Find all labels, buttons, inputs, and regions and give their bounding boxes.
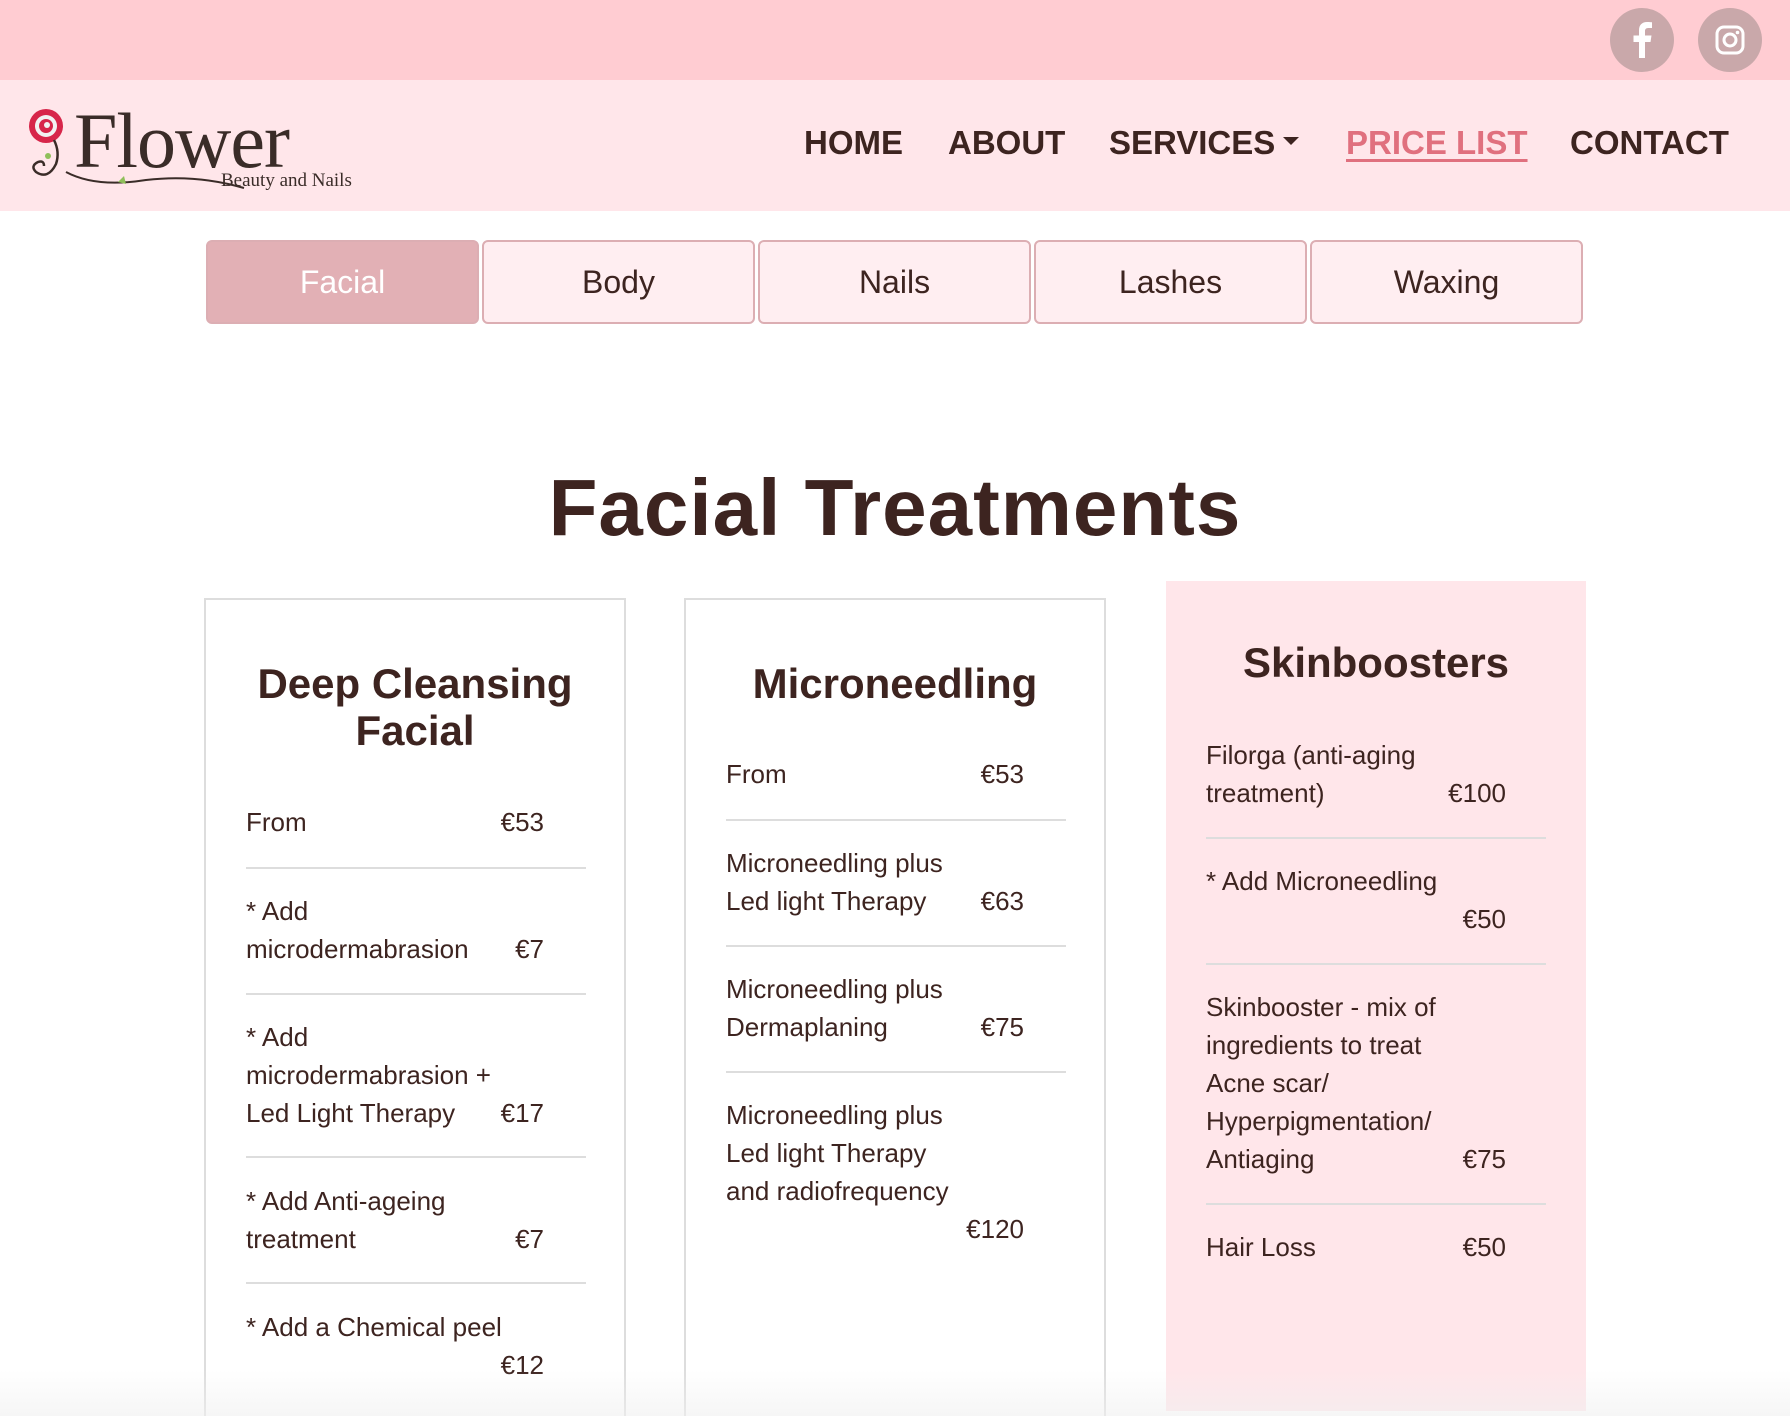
- facebook-link[interactable]: [1610, 8, 1674, 72]
- price-item-label: * Add a Chemical peel: [246, 1308, 502, 1346]
- nav-services-label: SERVICES: [1109, 124, 1276, 161]
- divider: [246, 1156, 586, 1158]
- price-item-label: Microneedling plus Led light Therapy and…: [726, 1096, 949, 1210]
- nav-price-list[interactable]: PRICE LIST: [1346, 124, 1528, 162]
- price-item-price: €50: [1462, 1232, 1506, 1262]
- price-card-skinboosters: Skinboosters Filorga (anti-aging treatme…: [1166, 581, 1586, 1411]
- site-header: Flower Beauty and Nails HOME ABOUT SERVI…: [0, 80, 1790, 211]
- price-item-price: €75: [1462, 1144, 1506, 1174]
- price-item-price: €100: [1448, 778, 1506, 808]
- price-item-line: From: [246, 807, 307, 837]
- facebook-icon: [1633, 22, 1652, 58]
- price-item-price: €7: [515, 1224, 544, 1254]
- price-item-line: Led light Therapy: [726, 1138, 927, 1168]
- card-title-line: Facial: [355, 707, 475, 754]
- nav-contact[interactable]: CONTACT: [1570, 124, 1729, 162]
- instagram-link[interactable]: [1698, 8, 1762, 72]
- price-item-line: Led light Therapy: [726, 886, 927, 916]
- price-item-line: Microneedling plus: [726, 1100, 943, 1130]
- divider: [726, 1071, 1066, 1073]
- tab-waxing[interactable]: Waxing: [1310, 240, 1583, 324]
- logo-swash: [65, 171, 245, 189]
- instagram-icon: [1715, 25, 1745, 55]
- price-item-price: €12: [500, 1350, 544, 1380]
- divider: [1206, 837, 1546, 839]
- price-item-label: Filorga (anti-aging treatment): [1206, 736, 1416, 812]
- price-item-label: Skinbooster - mix of ingredients to trea…: [1206, 988, 1436, 1178]
- price-item-line: * Add: [246, 896, 309, 926]
- price-item-line: ingredients to treat: [1206, 1030, 1422, 1060]
- price-item-label: Microneedling plus Led light Therapy: [726, 844, 943, 920]
- top-bar: [0, 0, 1790, 80]
- price-item-line: Hyperpigmentation/: [1206, 1106, 1432, 1136]
- price-item-price: €120: [966, 1214, 1024, 1244]
- price-item-line: microdermabrasion +: [246, 1060, 491, 1090]
- price-item-price: €75: [980, 1012, 1024, 1042]
- price-item-line: microdermabrasion: [246, 934, 469, 964]
- price-item-line: Led Light Therapy: [246, 1098, 456, 1128]
- price-item-price: €50: [1462, 904, 1506, 934]
- nav-about[interactable]: ABOUT: [948, 124, 1065, 162]
- tab-facial[interactable]: Facial: [206, 240, 479, 324]
- price-item-price: €53: [500, 807, 544, 837]
- price-item-price: €53: [980, 759, 1024, 789]
- price-item-label: Hair Loss: [1206, 1228, 1316, 1266]
- price-item-label: From: [246, 803, 307, 841]
- card-title: Deep Cleansing Facial: [206, 660, 624, 754]
- divider: [246, 867, 586, 869]
- price-item-line: * Add a Chemical peel: [246, 1312, 502, 1342]
- price-item-label: Microneedling plus Dermaplaning: [726, 970, 943, 1046]
- price-item-line: * Add Microneedling: [1206, 866, 1438, 896]
- divider: [246, 1282, 586, 1284]
- divider: [726, 819, 1066, 821]
- nav-services[interactable]: SERVICES: [1109, 124, 1300, 162]
- price-item-label: * Add microdermabrasion: [246, 892, 469, 968]
- price-item-line: * Add Anti-ageing: [246, 1186, 446, 1216]
- tab-nails[interactable]: Nails: [758, 240, 1031, 324]
- nav-home[interactable]: HOME: [804, 124, 903, 162]
- price-item-line: treatment): [1206, 778, 1325, 808]
- price-card-microneedling: Microneedling From €53 Microneedling plu…: [684, 598, 1106, 1416]
- divider: [246, 993, 586, 995]
- logo-subtitle: Beauty and Nails: [221, 170, 352, 191]
- divider: [726, 945, 1066, 947]
- price-item-line: Microneedling plus: [726, 974, 943, 1004]
- price-item-line: Antiaging: [1206, 1144, 1315, 1174]
- price-item-label: * Add microdermabrasion + Led Light Ther…: [246, 1018, 491, 1132]
- logo[interactable]: Flower Beauty and Nails: [26, 102, 356, 197]
- divider: [1206, 1203, 1546, 1205]
- price-item-price: €7: [515, 934, 544, 964]
- price-item-label: * Add Microneedling: [1206, 862, 1437, 900]
- price-item-line: treatment: [246, 1224, 356, 1254]
- price-item-line: * Add: [246, 1022, 309, 1052]
- card-title-line: Deep Cleansing: [257, 660, 573, 707]
- price-item-price: €17: [500, 1098, 544, 1128]
- price-item-label: * Add Anti-ageing treatment: [246, 1182, 446, 1258]
- price-item-price: €63: [980, 886, 1024, 916]
- price-item-line: Skinbooster - mix of: [1206, 992, 1436, 1022]
- price-item-line: Filorga (anti-aging: [1206, 740, 1416, 770]
- price-item-line: and radiofrequency: [726, 1176, 949, 1206]
- price-item-line: Acne scar/: [1206, 1068, 1329, 1098]
- chevron-down-icon: [1283, 137, 1300, 146]
- price-item-line: Dermaplaning: [726, 1012, 888, 1042]
- price-item-label: From: [726, 755, 787, 793]
- card-title-line: Microneedling: [752, 660, 1038, 707]
- page-title: Facial Treatments: [548, 463, 1242, 552]
- price-item-line: Microneedling plus: [726, 848, 943, 878]
- price-item-line: From: [726, 759, 787, 789]
- card-title: Skinboosters: [1166, 639, 1586, 686]
- tab-body[interactable]: Body: [482, 240, 755, 324]
- card-title: Microneedling: [686, 660, 1104, 707]
- card-title-line: Skinboosters: [1242, 639, 1510, 686]
- price-item-line: Hair Loss: [1206, 1232, 1316, 1262]
- divider: [1206, 963, 1546, 965]
- tab-lashes[interactable]: Lashes: [1034, 240, 1307, 324]
- price-card-deep-cleansing: Deep Cleansing Facial From €53 * Add mic…: [204, 598, 626, 1416]
